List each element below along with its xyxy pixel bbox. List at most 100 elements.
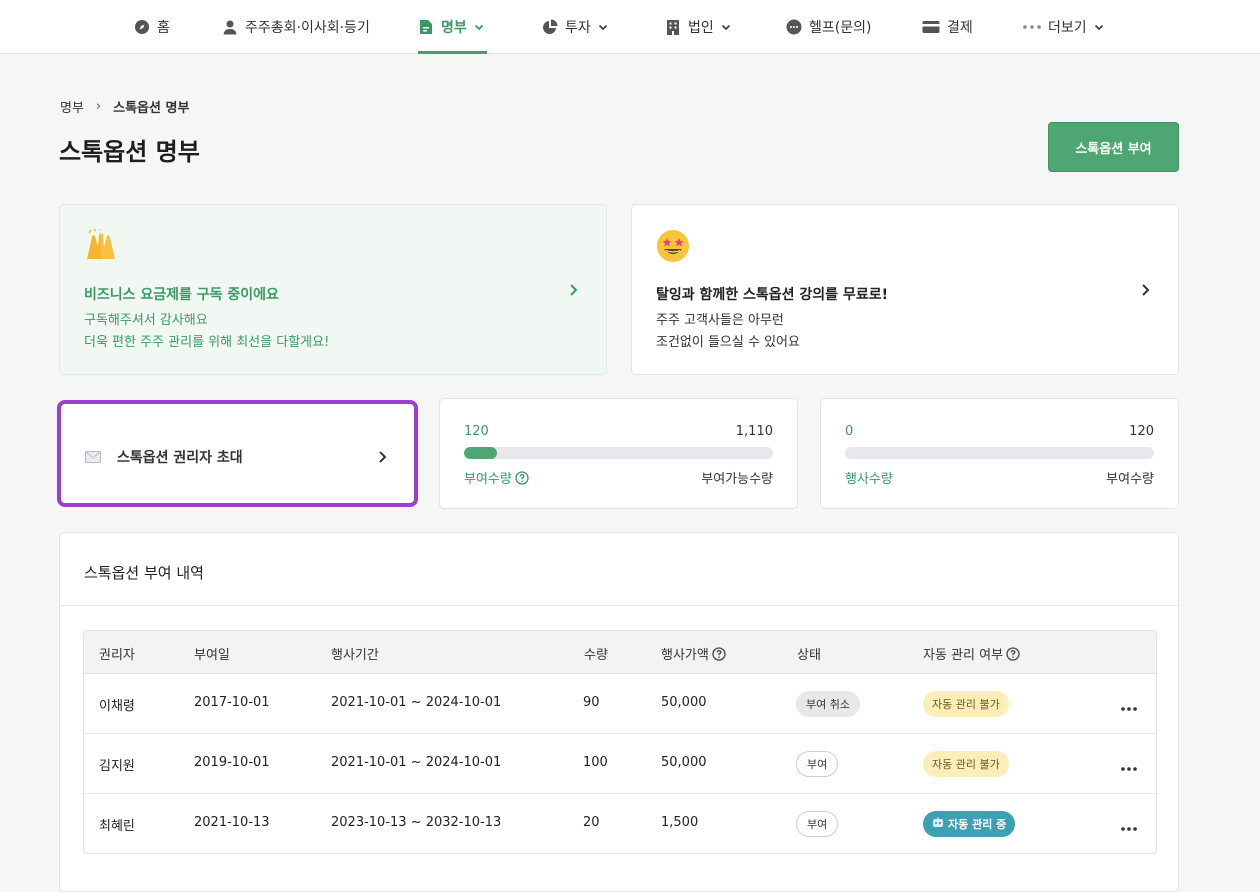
granted-label: 부여수량 <box>464 472 512 487</box>
lecture-promo-line2: 조건없이 들으실 수 있어요 <box>656 335 800 350</box>
nav-home[interactable]: 홈 <box>134 0 170 54</box>
chevron-right-icon <box>378 450 388 464</box>
nav-home-label: 홈 <box>157 20 170 36</box>
column-header-holder: 권리자 <box>99 648 135 663</box>
invite-holder-card[interactable]: 스톡옵션 권리자 초대 <box>57 400 418 507</box>
cell-quantity: 20 <box>583 815 600 830</box>
granted-value: 120 <box>464 424 489 439</box>
more-horizontal-icon[interactable] <box>1120 700 1138 711</box>
exercised-quantity-card: 0 120 행사수량 부여수량 <box>820 398 1179 509</box>
nav-payment[interactable]: 결제 <box>922 0 973 54</box>
chevron-right-icon <box>1140 283 1152 297</box>
subscription-promo-title: 비즈니스 요금제를 구독 중이에요 <box>84 287 279 303</box>
granted-label-group: 부여수량 <box>464 468 529 487</box>
table-row[interactable]: 이채령 2017-10-01 2021-10-01 ~ 2024-10-01 9… <box>84 674 1156 734</box>
invite-holder-label: 스톡옵션 권리자 초대 <box>117 450 243 466</box>
chevron-down-icon <box>474 22 484 32</box>
auto-manage-badge: 자동 관리 불가 <box>923 691 1009 717</box>
chevron-right-icon <box>568 283 580 297</box>
cell-holder: 최혜린 <box>99 819 135 834</box>
top-nav: 홈 주주총회·이사회·등기 명부 투자 법인 헬프(문의) 결제 더보기 <box>0 0 1260 54</box>
status-badge: 부여 <box>796 751 839 777</box>
envelope-icon <box>85 451 101 463</box>
cell-holder: 김지원 <box>99 759 135 774</box>
cell-period: 2021-10-01 ~ 2024-10-01 <box>331 755 502 770</box>
lecture-promo-title: 탈잉과 함께한 스톡옵션 강의를 무료로! <box>656 287 888 303</box>
exercised-label-text: 행사수량 <box>845 472 893 487</box>
cell-grant-date: 2017-10-01 <box>194 695 270 710</box>
status-badge: 부여 취소 <box>796 691 860 717</box>
exercised-max-value: 120 <box>1129 424 1154 439</box>
breadcrumb-parent[interactable]: 명부 <box>60 97 84 116</box>
compass-icon <box>134 19 150 35</box>
nav-meetings[interactable]: 주주총회·이사회·등기 <box>222 0 370 54</box>
star-struck-emoji <box>656 229 690 263</box>
chevron-down-icon <box>1094 22 1104 32</box>
nav-help[interactable]: 헬프(문의) <box>786 0 871 54</box>
help-circle-icon[interactable] <box>515 470 529 485</box>
column-header-quantity: 수량 <box>584 648 608 663</box>
table-row[interactable]: 김지원 2019-10-01 2021-10-01 ~ 2024-10-01 1… <box>84 734 1156 794</box>
status-badge: 부여 <box>796 811 839 837</box>
page-title: 스톡옵션 명부 <box>59 138 200 166</box>
nav-meetings-label: 주주총회·이사회·등기 <box>245 20 370 36</box>
person-icon <box>222 19 238 35</box>
help-circle-icon[interactable] <box>712 646 726 661</box>
grant-stock-option-button[interactable]: 스톡옵션 부여 <box>1048 122 1179 172</box>
nav-corporation[interactable]: 법인 <box>665 0 731 54</box>
cell-quantity: 100 <box>583 755 608 770</box>
chat-icon <box>786 19 802 35</box>
auto-manage-label: 자동 관리 불가 <box>932 758 1000 771</box>
lecture-promo-line1: 주주 고객사들은 아무런 <box>656 313 784 328</box>
exercised-value: 0 <box>845 424 854 439</box>
nav-more[interactable]: 더보기 <box>1023 0 1104 54</box>
grant-history-table: 권리자 부여일 행사기간 수량 행사가액 상태 자동 관리 여부 이채령 201… <box>83 630 1157 854</box>
auto-manage-label: 자동 관리 불가 <box>932 698 1000 711</box>
grant-history-title: 스톡옵션 부여 내역 <box>84 564 204 582</box>
help-circle-icon[interactable] <box>1006 646 1020 661</box>
pie-chart-icon <box>542 19 558 35</box>
subscription-promo-card[interactable]: 비즈니스 요금제를 구독 중이에요 구독해주셔서 감사해요 더욱 편한 주주 관… <box>59 204 607 375</box>
column-header-auto-group: 자동 관리 여부 <box>923 644 1020 663</box>
cell-period: 2021-10-01 ~ 2024-10-01 <box>331 695 502 710</box>
more-dots-icon <box>1023 19 1041 35</box>
subscription-promo-line1: 구독해주셔서 감사해요 <box>84 313 208 328</box>
column-header-price: 행사가액 <box>661 648 709 663</box>
nav-investment[interactable]: 투자 <box>542 0 608 54</box>
robot-icon <box>932 817 944 831</box>
grant-history-panel: 스톡옵션 부여 내역 권리자 부여일 행사기간 수량 행사가액 상태 자동 관리… <box>59 532 1179 892</box>
exercised-label: 행사수량 <box>845 468 893 487</box>
cell-price: 1,500 <box>661 815 699 830</box>
divider <box>60 605 1178 606</box>
breadcrumb-separator: › <box>95 99 102 114</box>
cell-price: 50,000 <box>661 755 707 770</box>
table-row[interactable]: 최혜린 2021-10-13 2023-10-13 ~ 2032-10-13 2… <box>84 794 1156 853</box>
column-header-auto: 자동 관리 여부 <box>923 648 1004 663</box>
raising-hands-emoji <box>84 227 118 263</box>
cell-grant-date: 2021-10-13 <box>194 815 270 830</box>
auto-manage-badge: 자동 관리 중 <box>923 811 1016 837</box>
cell-holder: 이채령 <box>99 699 135 714</box>
column-header-grant-date: 부여일 <box>194 648 230 663</box>
nav-corporation-label: 법인 <box>688 20 714 36</box>
nav-registry[interactable]: 명부 <box>418 0 487 54</box>
more-horizontal-icon[interactable] <box>1120 820 1138 831</box>
column-header-period: 행사기간 <box>331 648 379 663</box>
breadcrumb: 명부 › 스톡옵션 명부 <box>60 97 189 116</box>
granted-progress-fill <box>464 447 498 459</box>
cell-period: 2023-10-13 ~ 2032-10-13 <box>331 815 502 830</box>
chevron-down-icon <box>598 22 608 32</box>
grantable-label: 부여가능수량 <box>701 472 773 487</box>
nav-more-label: 더보기 <box>1048 20 1087 36</box>
lecture-promo-card[interactable]: 탈잉과 함께한 스톡옵션 강의를 무료로! 주주 고객사들은 아무런 조건없이 … <box>631 204 1179 375</box>
nav-registry-label: 명부 <box>441 20 467 36</box>
subscription-promo-line2: 더욱 편한 주주 관리를 위해 최선을 다할게요! <box>84 335 330 350</box>
more-horizontal-icon[interactable] <box>1120 760 1138 771</box>
breadcrumb-current: 스톡옵션 명부 <box>113 101 190 116</box>
column-header-price-group: 행사가액 <box>661 644 726 663</box>
auto-manage-badge: 자동 관리 불가 <box>923 751 1009 777</box>
building-icon <box>665 19 681 35</box>
card-icon <box>922 19 940 35</box>
column-header-status: 상태 <box>797 648 821 663</box>
granted-progress-bar <box>464 447 773 459</box>
